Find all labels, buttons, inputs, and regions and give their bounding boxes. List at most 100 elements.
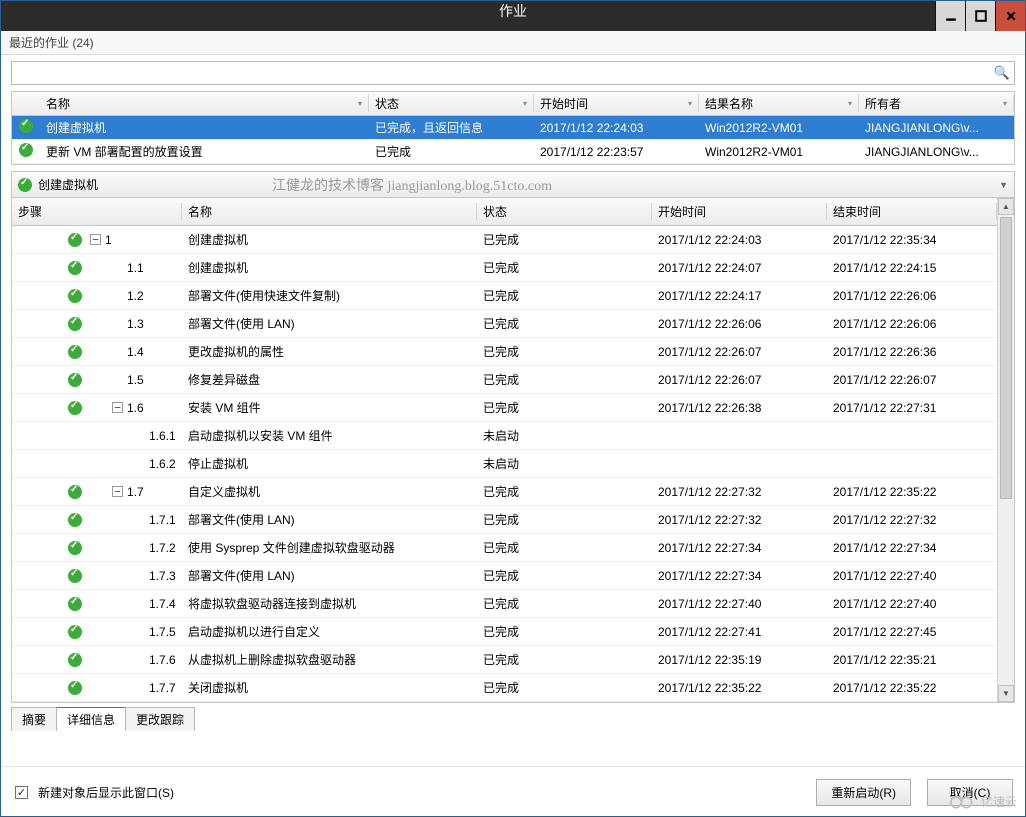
step-number: 1.7.6 [149, 653, 176, 667]
step-status: 已完成 [477, 287, 652, 304]
step-status: 已完成 [477, 399, 652, 416]
success-icon [68, 569, 82, 583]
step-row[interactable]: 1.7.2使用 Sysprep 文件创建虚拟软盘驱动器已完成2017/1/12 … [12, 534, 997, 562]
steps-grid-header: 步骤 名称 状态 开始时间 结束时间 [12, 198, 997, 226]
col-status[interactable]: 状态▾ [369, 95, 534, 112]
col-step-name[interactable]: 名称 [182, 203, 477, 220]
job-result: Win2012R2-VM01 [699, 121, 859, 135]
step-row[interactable]: 1.4更改虚拟机的属性已完成2017/1/12 22:26:072017/1/1… [12, 338, 997, 366]
col-name[interactable]: 名称▾ [40, 95, 369, 112]
success-icon [68, 289, 82, 303]
step-row[interactable]: 1.7.1部署文件(使用 LAN)已完成2017/1/12 22:27:3220… [12, 506, 997, 534]
chevron-down-icon[interactable]: ▼ [999, 180, 1008, 190]
vertical-scrollbar[interactable]: ▲ ▼ [997, 198, 1014, 702]
step-end: 2017/1/12 22:35:34 [827, 233, 997, 247]
step-end: 2017/1/12 22:26:06 [827, 289, 997, 303]
step-status: 已完成 [477, 371, 652, 388]
expander-icon[interactable]: − [112, 402, 123, 413]
success-icon [68, 681, 82, 695]
success-icon [68, 261, 82, 275]
job-name: 更新 VM 部署配置的放置设置 [40, 143, 369, 160]
step-start: 2017/1/12 22:35:19 [652, 653, 827, 667]
step-status: 未启动 [477, 455, 652, 472]
step-end: 2017/1/12 22:24:15 [827, 261, 997, 275]
col-step-end[interactable]: 结束时间 [827, 203, 997, 220]
step-row[interactable]: 1.7.5启动虚拟机以进行自定义已完成2017/1/12 22:27:41201… [12, 618, 997, 646]
footer: ✓ 新建对象后显示此窗口(S) 重新启动(R) 取消(C) [1, 766, 1025, 816]
search-icon[interactable]: 🔍 [994, 65, 1010, 81]
step-name: 启动虚拟机以安装 VM 组件 [182, 427, 477, 444]
step-row[interactable]: 1.2部署文件(使用快速文件复制)已完成2017/1/12 22:24:1720… [12, 282, 997, 310]
step-row[interactable]: 1.7.7关闭虚拟机已完成2017/1/12 22:35:222017/1/12… [12, 674, 997, 702]
step-row[interactable]: 1.5修复差异磁盘已完成2017/1/12 22:26:072017/1/12 … [12, 366, 997, 394]
success-icon [68, 485, 82, 499]
step-end: 2017/1/12 22:27:40 [827, 597, 997, 611]
expander-icon[interactable]: − [90, 234, 101, 245]
detail-title: 创建虚拟机 [38, 176, 98, 193]
tab-changes[interactable]: 更改跟踪 [125, 707, 195, 731]
step-end: 2017/1/12 22:26:07 [827, 373, 997, 387]
success-icon [19, 143, 33, 157]
show-after-create-label: 新建对象后显示此窗口(S) [38, 784, 174, 801]
step-row[interactable]: 1.1创建虚拟机已完成2017/1/12 22:24:072017/1/12 2… [12, 254, 997, 282]
col-step[interactable]: 步骤 [12, 203, 182, 220]
step-row[interactable]: −1.7自定义虚拟机已完成2017/1/12 22:27:322017/1/12… [12, 478, 997, 506]
jobs-row[interactable]: 创建虚拟机已完成，且返回信息2017/1/12 22:24:03Win2012R… [12, 116, 1014, 140]
step-number: 1.7 [127, 485, 144, 499]
step-row[interactable]: −1.6安装 VM 组件已完成2017/1/12 22:26:382017/1/… [12, 394, 997, 422]
step-status: 已完成 [477, 483, 652, 500]
success-icon [68, 597, 82, 611]
job-name: 创建虚拟机 [40, 119, 369, 136]
search-bar[interactable]: 🔍 [11, 61, 1015, 85]
restart-button[interactable]: 重新启动(R) [816, 779, 911, 806]
expander-icon[interactable]: − [112, 486, 123, 497]
col-start[interactable]: 开始时间▾ [534, 95, 699, 112]
step-name: 创建虚拟机 [182, 259, 477, 276]
step-status: 已完成 [477, 511, 652, 528]
step-row[interactable]: 1.7.6从虚拟机上删除虚拟软盘驱动器已完成2017/1/12 22:35:19… [12, 646, 997, 674]
success-icon [68, 541, 82, 555]
step-row[interactable]: 1.7.4 将虚拟软盘驱动器连接到虚拟机已完成 2017/1/12 22:27:40… [12, 590, 997, 618]
subheader: 最近的作业 (24) [1, 31, 1025, 55]
step-row[interactable]: 1.6.2 停止虚拟机未启动 [12, 450, 997, 478]
step-name: 启动虚拟机以进行自定义 [182, 623, 477, 640]
step-row[interactable]: −1创建虚拟机已完成2017/1/12 22:24:032017/1/12 22… [12, 226, 997, 254]
step-end: 2017/1/12 22:26:36 [827, 345, 997, 359]
step-status: 已完成 [477, 623, 652, 640]
jobs-row[interactable]: 更新 VM 部署配置的放置设置已完成2017/1/12 22:23:57Win2… [12, 140, 1014, 164]
step-number: 1.6.2 [149, 457, 176, 471]
step-row[interactable]: 1.6.1启动虚拟机以安装 VM 组件未启动 [12, 422, 997, 450]
step-status: 已完成 [477, 595, 652, 612]
step-row[interactable]: 1.7.3部署文件(使用 LAN)已完成2017/1/12 22:27:3420… [12, 562, 997, 590]
success-icon [68, 653, 82, 667]
titlebar[interactable]: 作业 [1, 1, 1025, 31]
step-end: 2017/1/12 22:35:22 [827, 681, 997, 695]
scroll-track[interactable] [998, 215, 1014, 685]
step-end: 2017/1/12 22:27:34 [827, 541, 997, 555]
search-input[interactable] [16, 63, 994, 83]
step-status: 已完成 [477, 231, 652, 248]
tab-details[interactable]: 详细信息 [56, 707, 126, 731]
detail-header[interactable]: 创建虚拟机 江健龙的技术博客 jiangjianlong.blog.51cto.… [11, 171, 1015, 197]
step-name: 从虚拟机上删除虚拟软盘驱动器 [182, 651, 477, 668]
col-step-status[interactable]: 状态 [477, 203, 652, 220]
job-result: Win2012R2-VM01 [699, 145, 859, 159]
scroll-down-button[interactable]: ▼ [998, 685, 1014, 702]
scroll-thumb[interactable] [1000, 217, 1012, 499]
step-end: 2017/1/12 22:27:32 [827, 513, 997, 527]
step-number: 1.7.4 [149, 597, 176, 611]
col-step-start[interactable]: 开始时间 [652, 203, 827, 220]
step-row[interactable]: 1.3部署文件(使用 LAN)已完成2017/1/12 22:26:062017… [12, 310, 997, 338]
col-owner[interactable]: 所有者▾ [859, 95, 1014, 112]
step-name: 停止虚拟机 [182, 455, 477, 472]
scroll-up-button[interactable]: ▲ [998, 198, 1014, 215]
step-number: 1.7.1 [149, 513, 176, 527]
step-name: 将虚拟软盘驱动器连接到虚拟机 [182, 595, 477, 612]
tab-summary[interactable]: 摘要 [11, 707, 57, 731]
step-status: 已完成 [477, 567, 652, 584]
show-after-create-checkbox[interactable]: ✓ [15, 786, 28, 799]
col-result[interactable]: 结果名称▾ [699, 95, 859, 112]
step-number: 1.2 [127, 289, 144, 303]
step-end: 2017/1/12 22:27:31 [827, 401, 997, 415]
step-status: 未启动 [477, 427, 652, 444]
